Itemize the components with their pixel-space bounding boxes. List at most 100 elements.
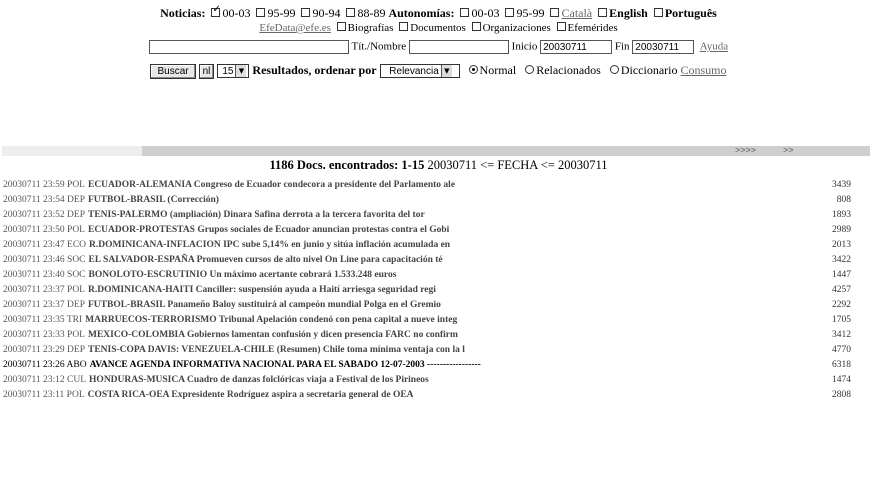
noticias-90-94-label: 90-94 (312, 6, 341, 20)
list-item[interactable]: 20030711 23:52 DEP TENIS-PALERMO (ampliac… (3, 208, 863, 223)
item-title-link[interactable]: ECUADOR-ALEMANIA Congreso de Ecuador con… (88, 180, 455, 190)
item-size: 1447 (832, 270, 851, 280)
item-title-link[interactable]: ECUADOR-PROTESTAS Grupos sociales de Ecu… (88, 225, 449, 235)
efemerides-checkbox[interactable] (556, 22, 566, 31)
results-count-value: 15 (222, 66, 234, 78)
noticias-90-94-checkbox[interactable] (301, 8, 311, 17)
list-item[interactable]: 20030711 23:59 POL ECUADOR-ALEMANIA Congr… (3, 178, 863, 193)
noticias-label: Noticias: (160, 6, 206, 20)
item-title-link[interactable]: TENIS-PALERMO (ampliación) Dinara Safina… (88, 210, 425, 220)
next-page-link[interactable]: >>>> (735, 145, 756, 155)
last-page-link[interactable]: >> (783, 145, 794, 155)
relacionados-label: Relacionados (536, 63, 601, 77)
item-title-link[interactable]: TENIS-COPA DAVIS: VENEZUELA-CHILE (Resum… (88, 345, 465, 355)
item-size: 3422 (832, 255, 851, 265)
efemerides-label: Efemérides (567, 22, 618, 34)
list-item[interactable]: 20030711 23:33 POL MEXICO-COLOMBIA Gobier… (3, 328, 863, 343)
sources-row: EfeData@efe.es Biografías Documentos Org… (0, 22, 877, 34)
ayuda-link[interactable]: Ayuda (700, 41, 728, 53)
buscar-button[interactable]: Buscar (150, 63, 196, 79)
list-item[interactable]: 20030711 23:35 TRI MARRUECOS-TERRORISMO T… (3, 313, 863, 328)
item-title-link[interactable]: MARRUECOS-TERRORISMO Tribunal Apelación … (85, 315, 457, 325)
item-size: 3412 (832, 330, 851, 340)
autonomias-95-99-checkbox[interactable] (505, 8, 515, 17)
organizaciones-checkbox[interactable] (471, 22, 481, 31)
collections-row: Noticias: 00-03 95-99 90-94 88-89 Autono… (0, 5, 877, 21)
item-title-link[interactable]: R.DOMINICANA-HAITI Canciller: suspensión… (88, 285, 436, 295)
item-title-link[interactable]: BONOLOTO-ESCRUTINIO Un máximo acertante … (89, 270, 397, 280)
search-form: Noticias: 00-03 95-99 90-94 88-89 Autono… (0, 0, 877, 146)
order-select[interactable]: Relevancia ▼ (379, 64, 460, 79)
fin-label: Fin (614, 40, 630, 53)
item-size: 4770 (832, 345, 851, 355)
results-list: 20030711 23:59 POL ECUADOR-ALEMANIA Congr… (3, 178, 863, 403)
item-title-link[interactable]: R.DOMINICANA-INFLACION IPC sube 5,14% en… (89, 240, 450, 250)
list-item[interactable]: 20030711 23:47 ECO R.DOMINICANA-INFLACION… (3, 238, 863, 253)
item-title-link[interactable]: FUTBOL-BRASIL Panameño Baloy sustituirá … (88, 300, 441, 310)
list-item[interactable]: 20030711 23:40 SOC BONOLOTO-ESCRUTINIO Un… (3, 268, 863, 283)
results-count-select[interactable]: 15 ▼ (217, 64, 250, 79)
nl-button[interactable]: nl (198, 63, 215, 79)
relacionados-radio[interactable] (525, 65, 535, 74)
noticias-95-99-checkbox[interactable] (256, 8, 266, 17)
item-title-link[interactable]: COSTA RICA-OEA Expresidente Rodríguez as… (88, 390, 414, 400)
query-input[interactable] (148, 40, 349, 54)
item-size: 2292 (832, 300, 851, 310)
chevron-down-icon: ▼ (440, 65, 452, 78)
catala-checkbox[interactable] (550, 8, 560, 17)
item-meta: 20030711 23:47 ECO (3, 240, 87, 250)
item-meta: 20030711 23:50 POL (3, 225, 85, 235)
item-title-link[interactable]: MEXICO-COLOMBIA Gobiernos lamentan confu… (88, 330, 458, 340)
item-title-link[interactable]: FUTBOL-BRASIL (Corrección) (88, 195, 219, 205)
item-size: 2989 (832, 225, 851, 235)
list-item[interactable]: 20030711 23:50 POL ECUADOR-PROTESTAS Grup… (3, 223, 863, 238)
item-size: 6318 (832, 360, 851, 370)
efedata-email-link[interactable]: EfeData@efe.es (259, 22, 331, 34)
item-meta: 20030711 23:26 ABO (3, 360, 87, 370)
item-meta: 20030711 23:29 DEP (3, 345, 85, 355)
item-title-link[interactable]: HONDURAS-MUSICA Cuadro de danzas folclór… (89, 375, 429, 385)
item-size: 1705 (832, 315, 851, 325)
item-size: 2013 (832, 240, 851, 250)
tit-nombre-input[interactable] (408, 40, 509, 54)
diccionario-label: Diccionario (620, 63, 678, 77)
normal-radio[interactable] (468, 65, 478, 74)
biografias-checkbox[interactable] (336, 22, 346, 31)
noticias-88-89-checkbox[interactable] (346, 8, 356, 17)
autonomias-00-03-checkbox[interactable] (460, 8, 470, 17)
item-size: 1893 (832, 210, 851, 220)
tit-nombre-label: Tít./Nombre (351, 40, 407, 53)
item-meta: 20030711 23:52 DEP (3, 210, 85, 220)
list-item[interactable]: 20030711 23:37 DEP FUTBOL-BRASIL Panameño… (3, 298, 863, 313)
item-meta: 20030711 23:35 TRI (3, 315, 83, 325)
results-summary: 1186 Docs. encontrados: 1-15 20030711 <=… (0, 158, 877, 173)
inicio-date-input[interactable]: 20030711 (540, 40, 613, 54)
list-item[interactable]: 20030711 23:54 DEP FUTBOL-BRASIL (Correcc… (3, 193, 863, 208)
catala-link[interactable]: Català (561, 6, 592, 20)
pagination-bar: >>>> >> (2, 145, 870, 156)
list-item[interactable]: 20030711 23:46 SOC EL SALVADOR-ESPAÑA Pro… (3, 253, 863, 268)
list-item[interactable]: 20030711 23:11 POL COSTA RICA-OEA Expresi… (3, 388, 863, 403)
diccionario-radio[interactable] (609, 65, 619, 74)
fin-date-input[interactable]: 20030711 (632, 40, 695, 54)
item-meta: 20030711 23:46 SOC (3, 255, 86, 265)
portugues-label: Português (664, 6, 717, 20)
noticias-00-03-checkbox[interactable] (211, 5, 221, 17)
item-title-link[interactable]: AVANCE AGENDA INFORMATIVA NACIONAL PARA … (90, 360, 481, 370)
pagination-bar-progress (2, 146, 142, 156)
consumo-link[interactable]: Consumo (681, 63, 727, 77)
list-item[interactable]: 20030711 23:26 ABO AVANCE AGENDA INFORMAT… (3, 358, 863, 373)
item-meta: 20030711 23:11 POL (3, 390, 85, 400)
documentos-checkbox[interactable] (399, 22, 409, 31)
item-title-link[interactable]: EL SALVADOR-ESPAÑA Promueven cursos de a… (89, 255, 443, 265)
list-item[interactable]: 20030711 23:29 DEP TENIS-COPA DAVIS: VENE… (3, 343, 863, 358)
list-item[interactable]: 20030711 23:37 POL R.DOMINICANA-HAITI Can… (3, 283, 863, 298)
autonomias-label: Autonomías: (388, 6, 455, 20)
english-checkbox[interactable] (598, 8, 608, 17)
item-meta: 20030711 23:37 DEP (3, 300, 85, 310)
list-item[interactable]: 20030711 23:12 CUL HONDURAS-MUSICA Cuadro… (3, 373, 863, 388)
english-label: English (609, 6, 648, 20)
inicio-label: Inicio (511, 40, 538, 53)
biografias-label: Biografías (347, 22, 394, 34)
portugues-checkbox[interactable] (653, 8, 663, 17)
